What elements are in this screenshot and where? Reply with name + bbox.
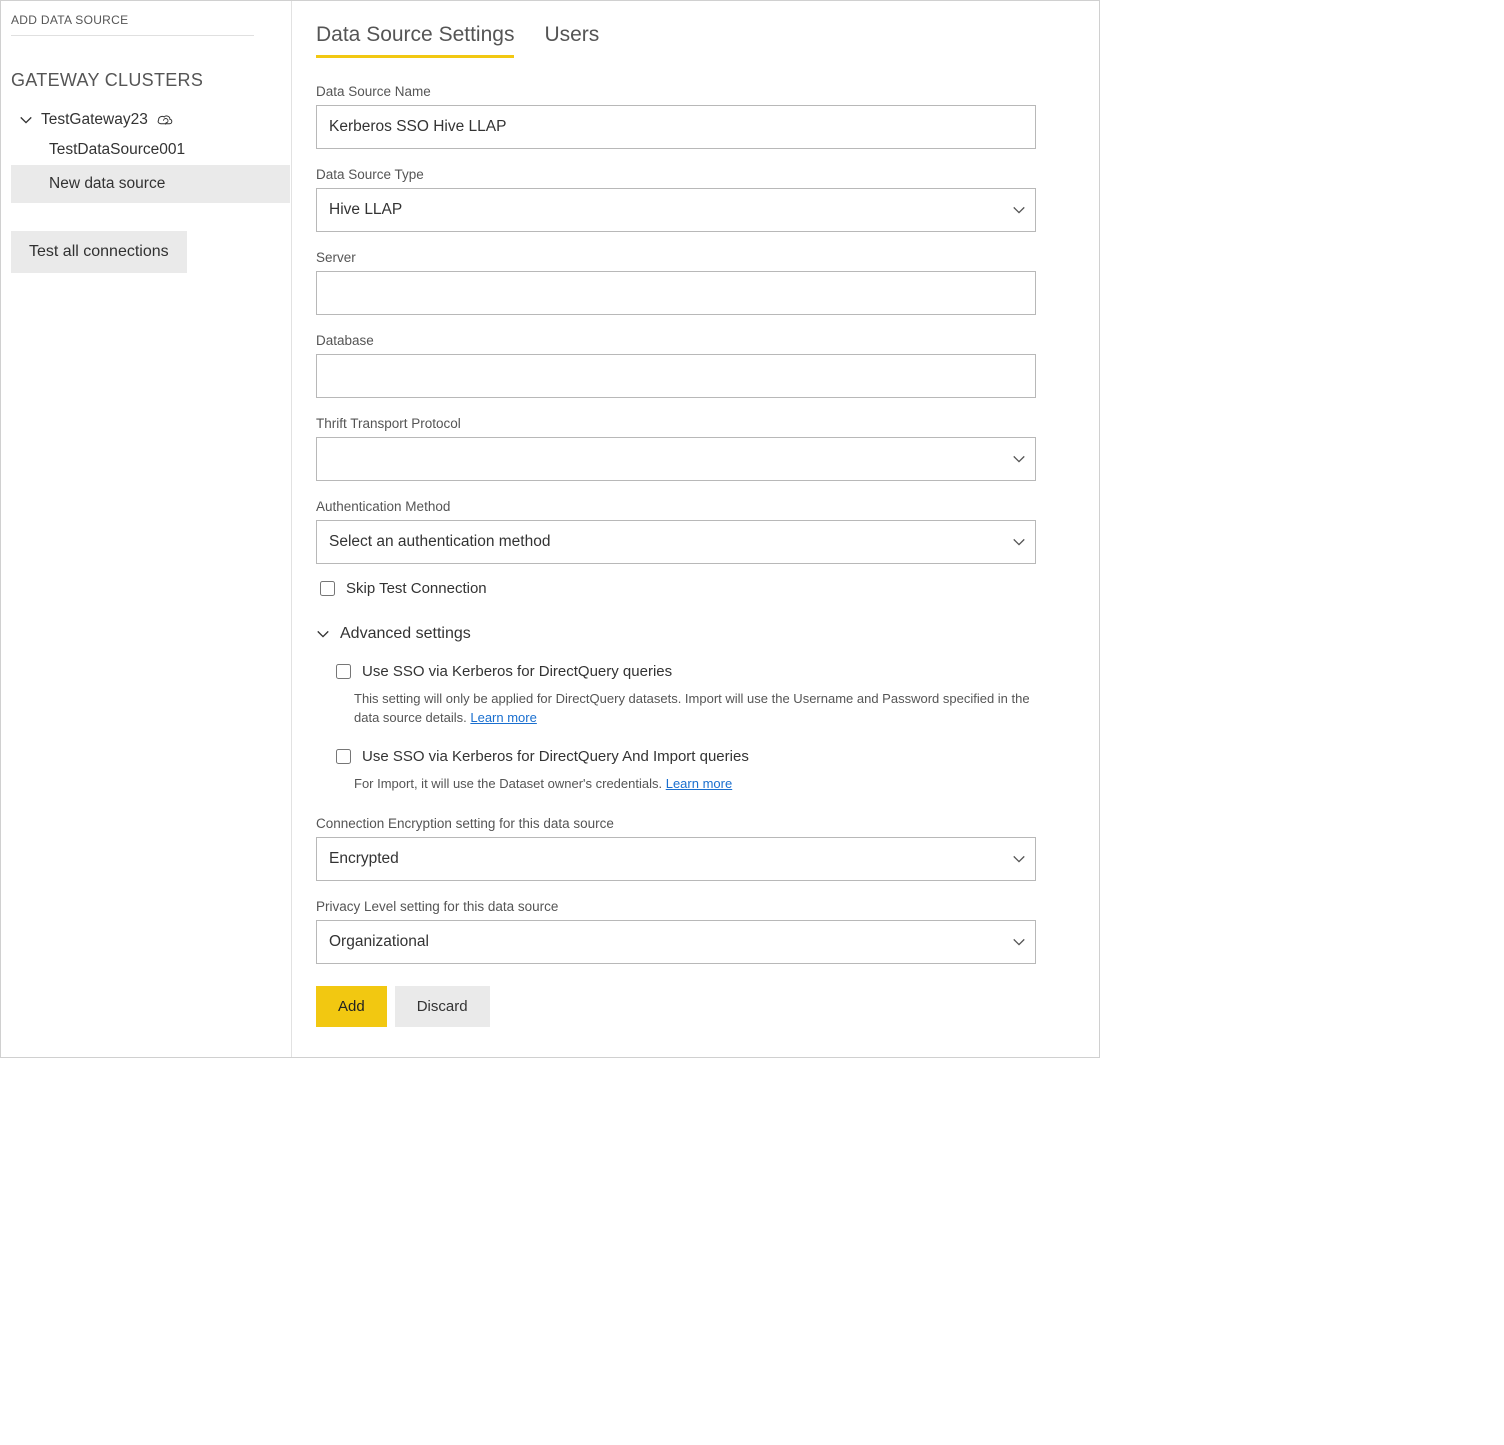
tab-bar: Data Source Settings Users [316,23,1089,58]
gateway-cluster-name: TestGateway23 [41,111,148,129]
select-auth-method[interactable]: Select an authentication method [316,520,1036,564]
checkbox-sso-kerberos-dq-import[interactable] [336,749,351,764]
desc-sso-dq-import-text: For Import, it will use the Dataset owne… [354,776,666,791]
label-data-source-name: Data Source Name [316,84,1036,99]
desc-sso-kerberos-directquery: This setting will only be applied for Di… [332,690,1036,728]
label-encryption-setting: Connection Encryption setting for this d… [316,816,1036,831]
checkbox-skip-test-connection[interactable] [320,581,335,596]
test-all-connections-button[interactable]: Test all connections [11,231,187,273]
label-data-source-type: Data Source Type [316,167,1036,182]
learn-more-link[interactable]: Learn more [666,776,732,791]
label-skip-test-connection: Skip Test Connection [346,580,487,597]
label-sso-kerberos-dq-import: Use SSO via Kerberos for DirectQuery And… [362,748,749,765]
select-privacy-level[interactable]: Organizational [316,920,1036,964]
gateway-clusters-heading: GATEWAY CLUSTERS [11,70,290,91]
label-database: Database [316,333,1036,348]
data-source-name: TestDataSource001 [49,141,185,159]
add-button[interactable]: Add [316,986,387,1027]
advanced-settings-toggle[interactable]: Advanced settings [316,625,1036,643]
desc-sso-kerberos-dq-import: For Import, it will use the Dataset owne… [332,775,1036,794]
new-data-source-row[interactable]: New data source [11,165,290,203]
label-auth-method: Authentication Method [316,499,1036,514]
sidebar: ADD DATA SOURCE GATEWAY CLUSTERS TestGat… [1,1,291,1057]
label-sso-kerberos-directquery: Use SSO via Kerberos for DirectQuery que… [362,663,672,680]
select-data-source-type[interactable]: Hive LLAP [316,188,1036,232]
add-data-source-link[interactable]: ADD DATA SOURCE [11,11,254,36]
input-data-source-name[interactable] [316,105,1036,149]
label-thrift-protocol: Thrift Transport Protocol [316,416,1036,431]
new-data-source-label: New data source [49,175,165,193]
discard-button[interactable]: Discard [395,986,490,1027]
chevron-down-icon [19,113,33,127]
cloud-sync-icon [156,113,174,127]
chevron-down-icon [316,627,330,641]
input-server[interactable] [316,271,1036,315]
gateway-cluster-row[interactable]: TestGateway23 [11,105,290,135]
tab-data-source-settings[interactable]: Data Source Settings [316,23,514,58]
main-panel: Data Source Settings Users Data Source N… [291,1,1099,1057]
select-thrift-protocol[interactable] [316,437,1036,481]
label-server: Server [316,250,1036,265]
checkbox-sso-kerberos-directquery[interactable] [336,664,351,679]
desc-sso-dq-text: This setting will only be applied for Di… [354,691,1030,725]
label-privacy-level: Privacy Level setting for this data sour… [316,899,1036,914]
learn-more-link[interactable]: Learn more [470,710,536,725]
select-encryption[interactable]: Encrypted [316,837,1036,881]
data-source-row[interactable]: TestDataSource001 [11,135,290,165]
advanced-settings-label: Advanced settings [340,625,471,643]
tab-users[interactable]: Users [544,23,599,58]
input-database[interactable] [316,354,1036,398]
